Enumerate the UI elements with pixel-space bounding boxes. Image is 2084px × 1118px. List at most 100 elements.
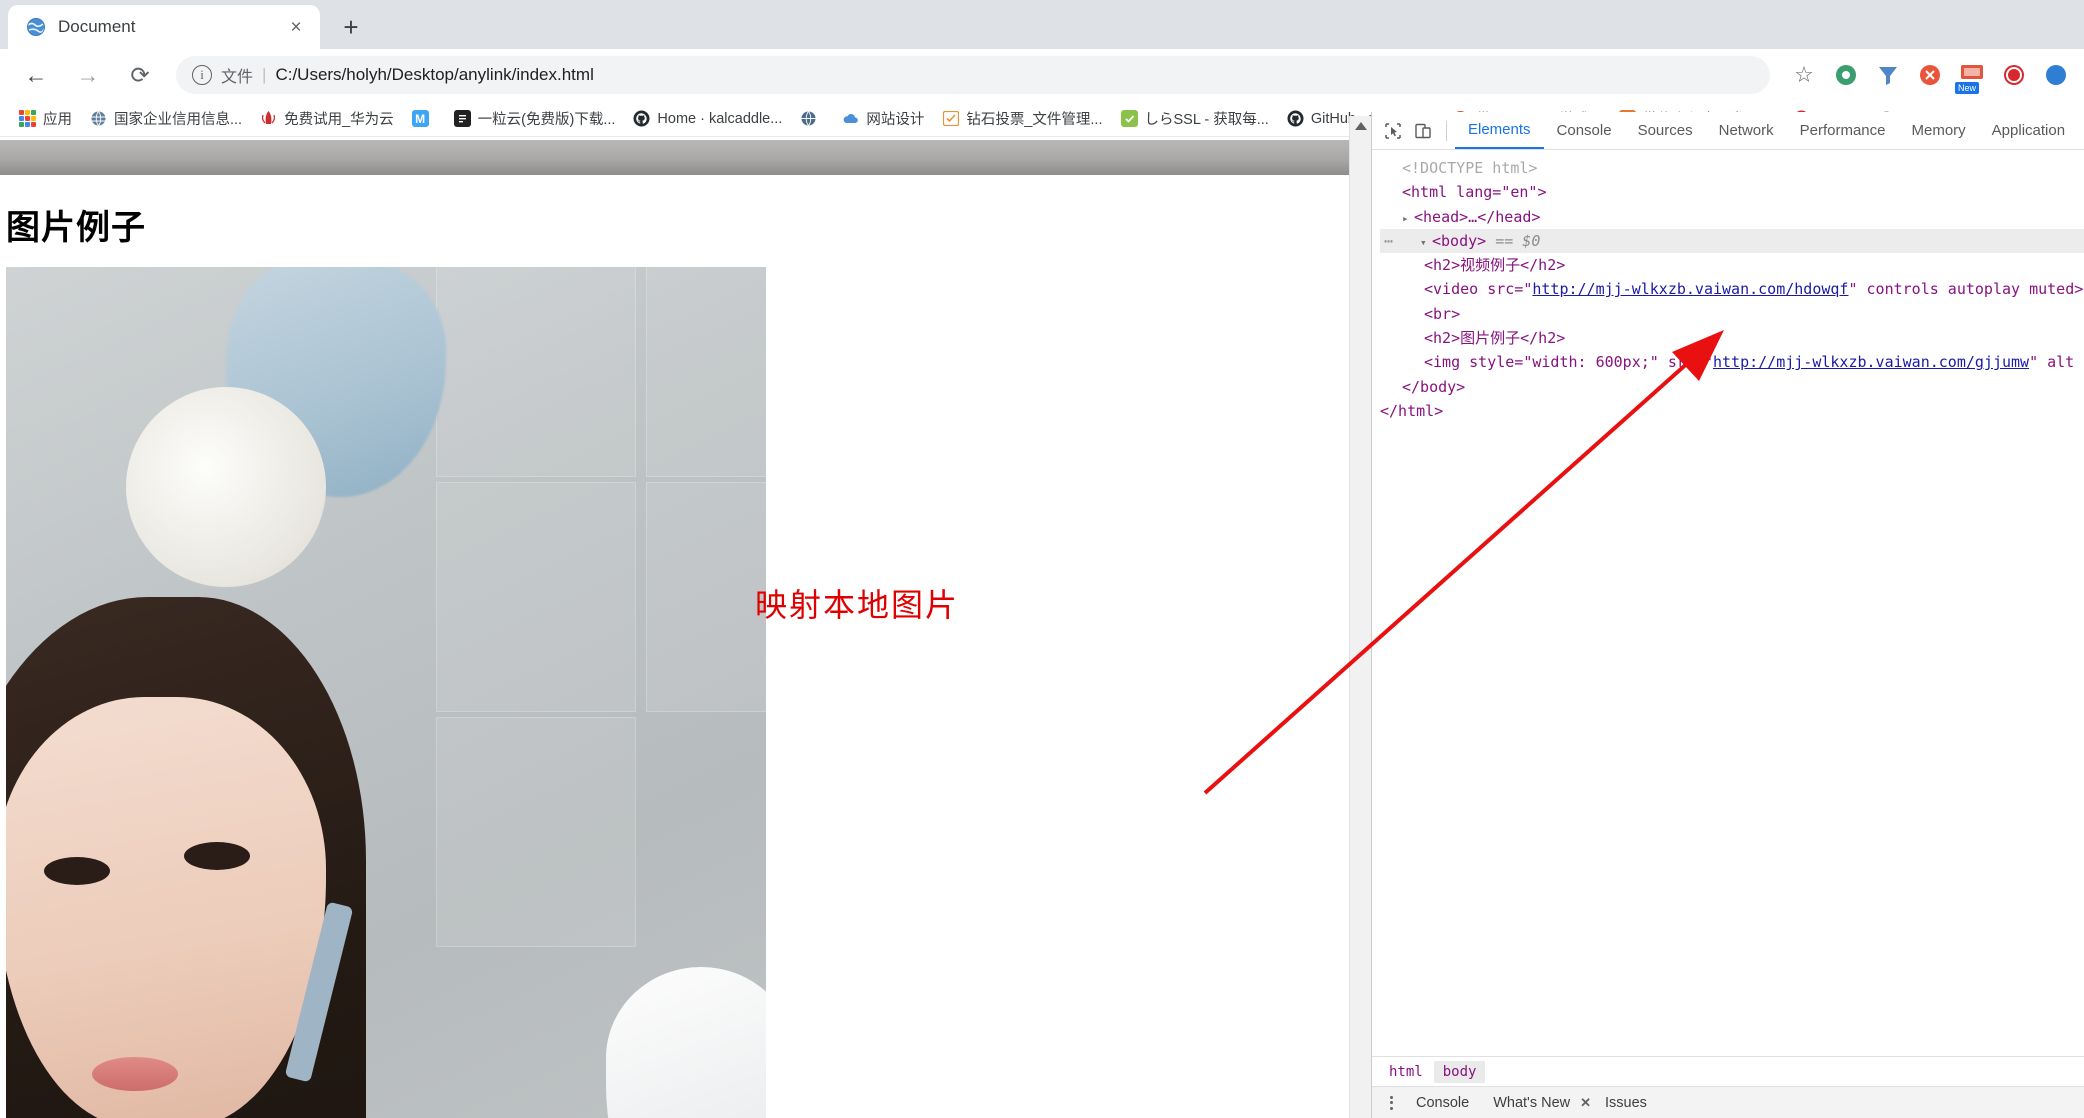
globe-icon	[800, 110, 817, 127]
dom-line-h2-video[interactable]: <h2>视频例子</h2>	[1380, 253, 2084, 277]
bookmark-label: 免费试用_华为云	[284, 112, 394, 128]
red-annotation-text: 映射本地图片	[755, 587, 960, 623]
dom-line-img[interactable]: <img style="width: 600px;" src="http://m…	[1380, 350, 2084, 374]
dom-line-body-close[interactable]: </body>	[1380, 375, 2084, 399]
close-icon[interactable]: ✕	[1580, 1095, 1591, 1111]
extension-icon-5[interactable]	[2038, 57, 2074, 93]
h2-video-text: <h2>视频例子</h2>	[1424, 256, 1566, 275]
globe-icon	[90, 110, 107, 127]
expand-triangle-icon[interactable]: ▸	[1402, 210, 1414, 228]
page-heading: 图片例子	[6, 209, 146, 247]
drawer-tab-console[interactable]: Console	[1406, 1095, 1479, 1111]
github-icon	[1287, 110, 1304, 127]
extension-icon-1[interactable]	[1828, 57, 1864, 93]
dom-tree[interactable]: <!DOCTYPE html> <html lang="en"> ▸ <head>…	[1372, 150, 2084, 423]
page-viewport: 图片例子 映射本地图片 缘聚岛-yuanjudao.com	[0, 140, 1349, 1118]
reload-icon[interactable]: ⟳	[119, 54, 161, 96]
github-icon	[633, 110, 650, 127]
bookmark-item-7[interactable]: 钻石投票_文件管理...	[933, 104, 1111, 133]
drawer-tab-whats-new[interactable]: What's New	[1483, 1095, 1580, 1111]
forward-icon[interactable]: →	[67, 54, 109, 96]
bookmark-item-0[interactable]: 国家企业信用信息...	[81, 104, 251, 133]
devtools-tabbar: Elements Console Sources Network Perform…	[1372, 112, 2084, 150]
img-tag-suffix: " alt srcset	[2029, 353, 2084, 372]
dom-line-html-close[interactable]: </html>	[1380, 399, 2084, 423]
breadcrumb: html body	[1372, 1056, 2084, 1086]
apps-grid-icon	[19, 110, 36, 127]
tab-network[interactable]: Network	[1706, 112, 1787, 149]
dom-line-head[interactable]: ▸ <head>…</head>	[1380, 205, 2084, 229]
dom-line-body-open[interactable]: ⋯ ▾ <body> == $0	[1380, 228, 2084, 254]
tab-memory[interactable]: Memory	[1899, 112, 1979, 149]
new-badge: New	[1955, 82, 1980, 94]
url-text[interactable]: C:/Users/holyh/Desktop/anylink/index.htm…	[275, 65, 593, 85]
bookmark-label: 钻石投票_文件管理...	[966, 112, 1103, 128]
html-open-tag: <html lang="en">	[1402, 183, 1547, 202]
bookmark-item-6[interactable]: 网站设计	[833, 104, 933, 133]
photo-portrait[interactable]	[6, 267, 766, 1118]
dom-line-video[interactable]: <video src="http://mjj-wlkxzb.vaiwan.com…	[1380, 277, 2084, 301]
globe-icon	[26, 17, 46, 37]
bookmark-item-4[interactable]: Home · kalcaddle...	[624, 106, 791, 131]
page-scrollbar[interactable]	[1349, 116, 1371, 1118]
devtools-panel: Elements Console Sources Network Perform…	[1371, 112, 2084, 1118]
tab-title: Document	[58, 17, 136, 36]
bookmark-item-5[interactable]	[791, 106, 833, 131]
page-info-icon[interactable]: i	[192, 65, 212, 85]
bookmark-item-8[interactable]: しらSSL - 获取每...	[1112, 104, 1278, 133]
browser-tab[interactable]: Document ×	[8, 5, 320, 49]
device-toolbar-icon[interactable]	[1408, 116, 1438, 146]
scheme-label: 文件	[221, 69, 254, 86]
bookmark-star-icon[interactable]: ☆	[1786, 57, 1822, 93]
doctype-text: <!DOCTYPE html>	[1402, 159, 1538, 177]
video-src-link[interactable]: http://mjj-wlkxzb.vaiwan.com/hdowqf	[1532, 280, 1848, 298]
head-tag: <head>…</head>	[1414, 207, 1541, 226]
collapse-triangle-icon[interactable]: ▾	[1420, 234, 1432, 252]
bookmark-label: 网站设计	[866, 112, 925, 128]
tab-application[interactable]: Application	[1979, 112, 2078, 149]
bookmark-item-2[interactable]: M	[403, 106, 445, 131]
breadcrumb-html[interactable]: html	[1380, 1061, 1432, 1083]
address-bar[interactable]: i 文件 | C:/Users/holyh/Desktop/anylink/in…	[176, 56, 1770, 94]
extension-icon-3[interactable]	[1912, 57, 1948, 93]
html-close-tag: </html>	[1380, 401, 1444, 420]
more-options-icon[interactable]: ⋯	[1384, 229, 1394, 253]
h2-image-text: <h2>图片例子</h2>	[1424, 329, 1566, 348]
tab-sources[interactable]: Sources	[1625, 112, 1706, 149]
form-icon	[942, 110, 959, 127]
new-tab-button[interactable]: +	[332, 8, 370, 46]
extension-icon-4[interactable]	[1996, 57, 2032, 93]
bookmark-item-3[interactable]: 一粒云(免费版)下载...	[445, 104, 625, 133]
tab-strip: Document × +	[0, 0, 2084, 49]
br-tag: <br>	[1424, 304, 1461, 323]
dom-line-html-open[interactable]: <html lang="en">	[1380, 180, 2084, 204]
extension-icon-2[interactable]	[1870, 57, 1906, 93]
video-element-partial[interactable]	[0, 140, 1349, 175]
devtools-drawer: Console What's New ✕ Issues	[1372, 1086, 2084, 1118]
tab-elements[interactable]: Elements	[1455, 112, 1544, 149]
dom-line-doctype[interactable]: <!DOCTYPE html>	[1380, 156, 2084, 180]
breadcrumb-body[interactable]: body	[1433, 1060, 1486, 1083]
bookmark-label: しらSSL - 获取每...	[1144, 112, 1269, 128]
scroll-up-icon[interactable]	[1354, 122, 1367, 130]
extension-icon-new[interactable]: New	[1954, 57, 1990, 94]
bookmark-item-1[interactable]: 免费试用_华为云	[251, 104, 403, 133]
back-icon[interactable]: ←	[15, 54, 57, 96]
img-src-link[interactable]: http://mjj-wlkxzb.vaiwan.com/gjjumw	[1713, 353, 2029, 371]
close-icon[interactable]: ×	[284, 15, 308, 39]
bookmark-label: 国家企业信用信息...	[114, 112, 243, 128]
dom-line-h2-image[interactable]: <h2>图片例子</h2>	[1380, 326, 2084, 350]
toolbar-divider	[1446, 120, 1447, 141]
tab-performance[interactable]: Performance	[1787, 112, 1899, 149]
bookmark-label: 应用	[43, 112, 72, 128]
body-close-tag: </body>	[1402, 377, 1466, 396]
more-tools-icon[interactable]	[1380, 1095, 1402, 1110]
dom-line-br[interactable]: <br>	[1380, 302, 2084, 326]
tab-console[interactable]: Console	[1544, 112, 1625, 149]
bookmark-apps[interactable]: 应用	[10, 104, 81, 133]
browser-window: Document × + ← → ⟳ i 文件 | C:/Users/holyh…	[0, 0, 2084, 1118]
bookmark-label: 一粒云(免费版)下载...	[477, 112, 616, 128]
drawer-tab-issues[interactable]: Issues	[1595, 1095, 1657, 1111]
bookmark-label: Home · kalcaddle...	[657, 110, 783, 127]
inspect-element-icon[interactable]	[1378, 116, 1408, 146]
